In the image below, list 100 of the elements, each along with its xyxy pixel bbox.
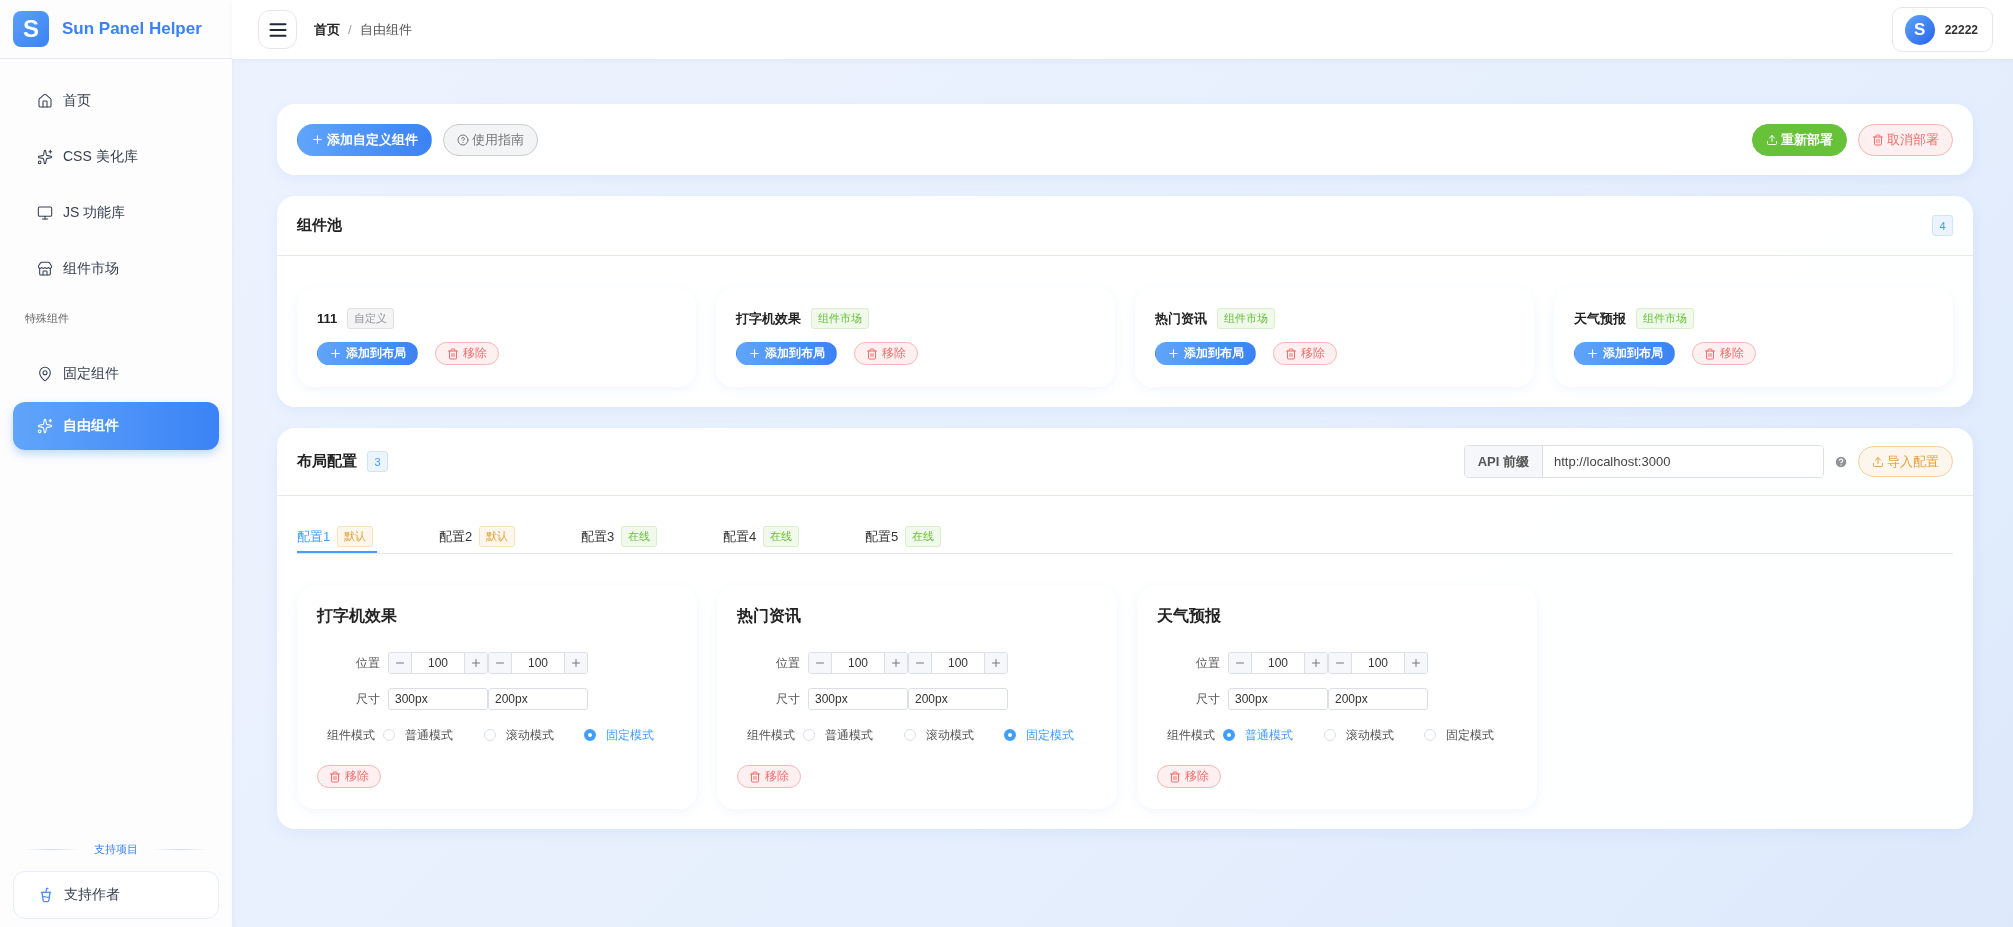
field-label: 位置: [1195, 654, 1220, 672]
store-icon: [37, 261, 53, 277]
sparkle-icon: [37, 418, 53, 434]
menu-button[interactable]: [258, 10, 297, 49]
size-input[interactable]: 200px: [1328, 688, 1428, 710]
panel-title: 布局配置: [297, 452, 357, 471]
toolbar-button[interactable]: 使用指南: [443, 123, 538, 156]
support-button[interactable]: 支持作者: [13, 871, 219, 919]
plus-icon[interactable]: [470, 657, 482, 669]
radio-dot[interactable]: [584, 729, 597, 741]
user-menu[interactable]: S 22222: [1891, 7, 1993, 52]
app-title: Sun Panel Helper: [62, 19, 202, 39]
breadcrumb-separator: /: [348, 22, 352, 37]
help-icon[interactable]: [1834, 454, 1848, 469]
plus-icon: [329, 347, 342, 360]
section-label: 特殊组件: [24, 311, 70, 326]
widget-title: 热门资讯: [737, 606, 802, 626]
nav-item[interactable]: 固定组件: [13, 346, 219, 402]
plus-icon[interactable]: [1310, 657, 1322, 669]
tab-badge: 默认: [479, 526, 516, 547]
widget-name: 打字机效果: [736, 309, 801, 328]
trash-icon: [447, 347, 459, 360]
radio-dot[interactable]: [1223, 729, 1236, 741]
size-input[interactable]: 300px: [1228, 688, 1328, 710]
upload-icon: [1872, 455, 1884, 468]
avatar: S: [1904, 14, 1935, 45]
pin-icon: [37, 366, 53, 382]
number-stepper[interactable]: 100: [1228, 652, 1328, 674]
home-icon: [37, 93, 53, 109]
widget-name: 天气预报: [1574, 309, 1626, 328]
sparkle-icon: [37, 149, 53, 165]
number-stepper[interactable]: 100: [808, 652, 908, 674]
nav-item[interactable]: CSS 美化库: [13, 129, 219, 185]
widget-tag: 自定义: [347, 308, 395, 329]
count-badge: 3: [367, 451, 388, 472]
trash-icon: [749, 770, 761, 783]
tab-badge: 在线: [621, 526, 658, 547]
widget-title: 打字机效果: [317, 606, 398, 626]
mode-radio[interactable]: 滚动模式: [1323, 726, 1417, 744]
trash-icon: [1704, 347, 1716, 360]
breadcrumb-item[interactable]: 首页: [314, 20, 340, 39]
trash-icon: [866, 347, 878, 360]
number-stepper[interactable]: 100: [488, 652, 588, 674]
mode-radio[interactable]: 滚动模式: [903, 726, 997, 744]
size-input[interactable]: 200px: [488, 688, 588, 710]
widget-tag: 组件市场: [1636, 308, 1694, 329]
number-stepper[interactable]: 100: [908, 652, 1008, 674]
help-icon: [457, 133, 469, 146]
count-badge: 4: [1932, 215, 1953, 236]
mode-radio[interactable]: 普通模式: [383, 726, 476, 744]
plus-icon: [1167, 347, 1180, 360]
size-input[interactable]: 300px: [388, 688, 488, 710]
plus-icon: [1586, 347, 1599, 360]
radio-dot[interactable]: [1004, 729, 1017, 741]
api-field[interactable]: API 前缀 http://localhost:3000: [1463, 445, 1824, 478]
cup-icon: [38, 887, 54, 903]
plus-icon: [748, 347, 761, 360]
trash-icon: [1285, 347, 1297, 360]
widget-name: 111: [317, 311, 338, 326]
mode-radio[interactable]: 固定模式: [1424, 726, 1517, 744]
plus-icon[interactable]: [890, 657, 902, 669]
widget-title: 天气预报: [1157, 606, 1222, 626]
widget-name: 热门资讯: [1155, 309, 1207, 328]
plus-icon: [311, 133, 324, 146]
widget-tag: 组件市场: [811, 308, 869, 329]
widget-tag: 组件市场: [1217, 308, 1275, 329]
field-label: 尺寸: [355, 690, 380, 708]
mode-radio[interactable]: 普通模式: [803, 726, 896, 744]
upload-icon: [1766, 133, 1778, 146]
config-tab[interactable]: 配置5 在线: [865, 518, 1007, 553]
field-label: 位置: [355, 654, 380, 672]
nav-item[interactable]: JS 功能库: [13, 185, 219, 241]
size-input[interactable]: 200px: [908, 688, 1008, 710]
number-stepper[interactable]: 100: [1328, 652, 1428, 674]
field-label: 尺寸: [775, 690, 800, 708]
plus-icon[interactable]: [570, 657, 582, 669]
plus-icon[interactable]: [1410, 657, 1422, 669]
monitor-icon: [37, 205, 53, 221]
field-label: 组件模式: [746, 726, 796, 744]
tab-badge: 默认: [337, 526, 374, 547]
support-title: 支持项目: [94, 842, 138, 857]
plus-icon[interactable]: [990, 657, 1002, 669]
field-label: 组件模式: [1166, 726, 1216, 744]
logo: S: [13, 11, 49, 47]
nav-item[interactable]: 组件市场: [13, 241, 219, 297]
field-label: 位置: [775, 654, 800, 672]
tab-badge: 在线: [905, 526, 942, 547]
mode-radio[interactable]: 滚动模式: [483, 726, 577, 744]
field-label: 组件模式: [326, 726, 376, 744]
field-label: 尺寸: [1195, 690, 1220, 708]
trash-icon: [1169, 770, 1181, 783]
config-tab[interactable]: 配置4 在线: [723, 518, 865, 553]
config-tab[interactable]: 配置3 在线: [581, 518, 723, 553]
tab-badge: 在线: [763, 526, 800, 547]
number-stepper[interactable]: 100: [388, 652, 488, 674]
panel-title: 组件池: [297, 216, 342, 235]
config-tab[interactable]: 配置2 默认: [439, 518, 581, 553]
size-input[interactable]: 300px: [808, 688, 908, 710]
nav-item[interactable]: 首页: [13, 73, 219, 129]
trash-icon: [329, 770, 341, 783]
